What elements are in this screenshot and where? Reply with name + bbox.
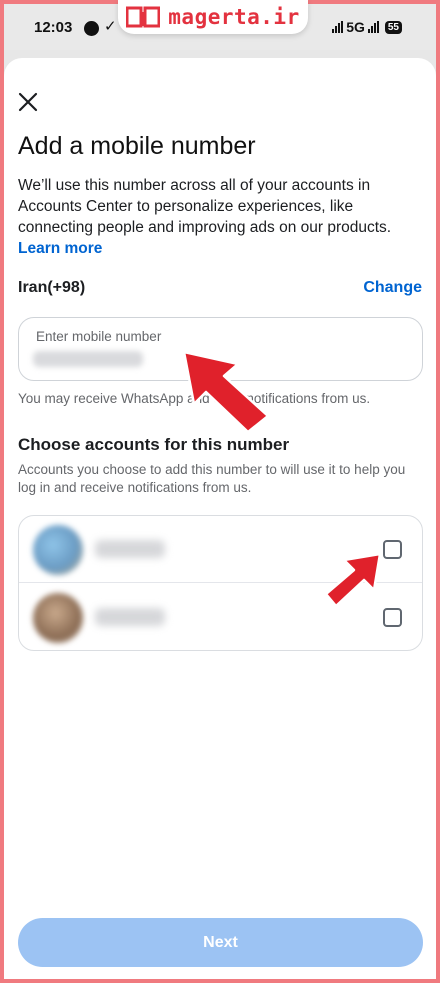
avatar	[33, 593, 83, 643]
country-code: Iran(+98)	[18, 279, 86, 296]
signal-icon	[367, 21, 379, 33]
avatar	[33, 525, 83, 575]
bottom-sheet: Add a mobile number We’ll use this numbe…	[4, 58, 436, 979]
accounts-section-subtitle: Accounts you choose to add this number t…	[18, 462, 406, 495]
page-title: Add a mobile number	[18, 132, 256, 160]
network-type: 5G	[346, 19, 365, 35]
intro-description: We’ll use this number across all of your…	[18, 175, 428, 259]
status-indicators: 5G 55	[332, 19, 402, 35]
blurred-account-name	[95, 608, 165, 626]
notification-dot-icon	[84, 21, 99, 36]
close-icon[interactable]	[14, 88, 42, 116]
next-button[interactable]: Next	[18, 918, 423, 967]
signal-icon	[332, 21, 344, 33]
blurred-account-name	[95, 540, 165, 558]
check-icon: ✓	[104, 18, 117, 35]
accounts-section-title: Choose accounts for this number	[18, 435, 290, 454]
watermark-text: magerta.ir	[168, 5, 300, 29]
description-text: We’ll use this number across all of your…	[18, 177, 392, 236]
change-country-link[interactable]: Change	[363, 279, 422, 297]
account-checkbox[interactable]	[383, 540, 402, 559]
annotation-arrow-icon	[324, 552, 382, 608]
book-logo-icon	[126, 6, 161, 28]
annotation-arrow-icon	[182, 350, 270, 434]
blurred-phone-value	[33, 351, 143, 367]
account-checkbox[interactable]	[383, 608, 402, 627]
watermark-badge: magerta.ir	[118, 0, 308, 34]
mobile-number-placeholder: Enter mobile number	[36, 329, 162, 344]
battery-icon: 55	[384, 20, 402, 34]
status-time: 12:03	[34, 19, 73, 36]
learn-more-link[interactable]: Learn more	[18, 238, 428, 259]
